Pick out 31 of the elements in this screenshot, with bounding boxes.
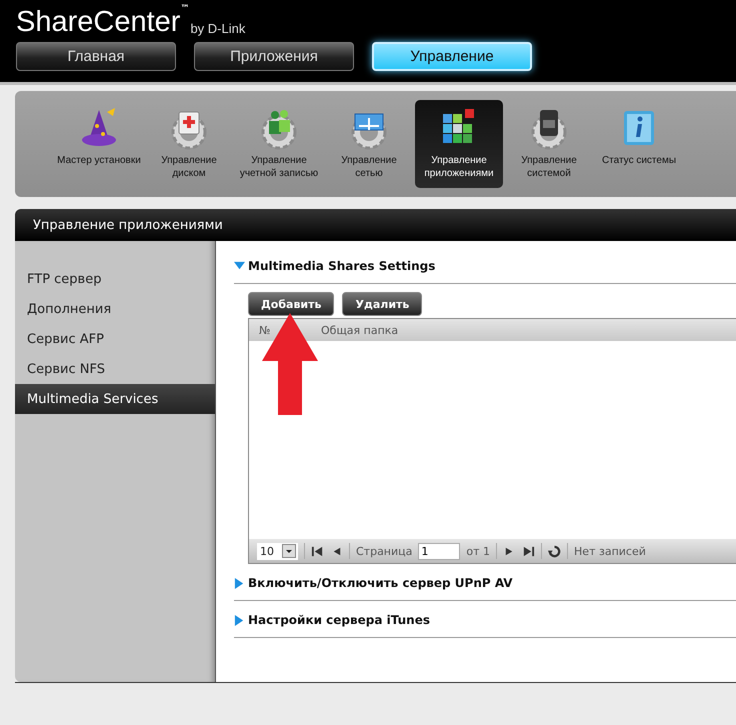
- page-count: от 1: [466, 544, 490, 558]
- page-label: Страница: [356, 544, 412, 558]
- panel-title: Управление приложениями: [33, 218, 223, 232]
- tool-item[interactable]: Мастер установки: [55, 100, 143, 188]
- page-size-select[interactable]: 10: [257, 542, 298, 560]
- nav-tab[interactable]: Приложения: [194, 42, 354, 71]
- tool-item[interactable]: Управление диском: [145, 100, 233, 188]
- section-title[interactable]: Multimedia Shares Settings: [248, 259, 436, 273]
- nav-tab[interactable]: Главная: [16, 42, 176, 71]
- column-header[interactable]: №: [249, 324, 279, 336]
- sidebar-item[interactable]: Multimedia Services: [15, 384, 215, 414]
- sidebar-item[interactable]: Сервис AFP: [15, 324, 215, 354]
- trademark: ™: [180, 4, 190, 14]
- action-button[interactable]: Удалить: [342, 292, 422, 316]
- tool-item[interactable]: Статус системы: [595, 100, 683, 188]
- tool-item[interactable]: Управление сетью: [325, 100, 413, 188]
- column-header[interactable]: Общая папка: [279, 324, 398, 336]
- sidebar-item[interactable]: FTP сервер: [15, 264, 215, 294]
- brand-name: ShareCenter: [16, 6, 180, 38]
- section-title[interactable]: Включить/Отключить сервер UPnP AV: [248, 576, 513, 590]
- sidebar-item[interactable]: Дополнения: [15, 294, 215, 324]
- page-input[interactable]: 1: [418, 542, 460, 560]
- section-title[interactable]: Настройки сервера iTunes: [248, 613, 430, 627]
- tool-item[interactable]: Управление приложениями: [415, 100, 503, 188]
- action-button[interactable]: Добавить: [248, 292, 334, 316]
- tool-item[interactable]: Управление учетной записью: [235, 100, 323, 188]
- records-status: Нет записей: [574, 544, 646, 558]
- brand-by: by D-Link: [190, 21, 246, 36]
- nav-tab[interactable]: Управление: [372, 42, 532, 71]
- sidebar-item[interactable]: Сервис NFS: [15, 354, 215, 384]
- tool-item[interactable]: Управление системой: [505, 100, 593, 188]
